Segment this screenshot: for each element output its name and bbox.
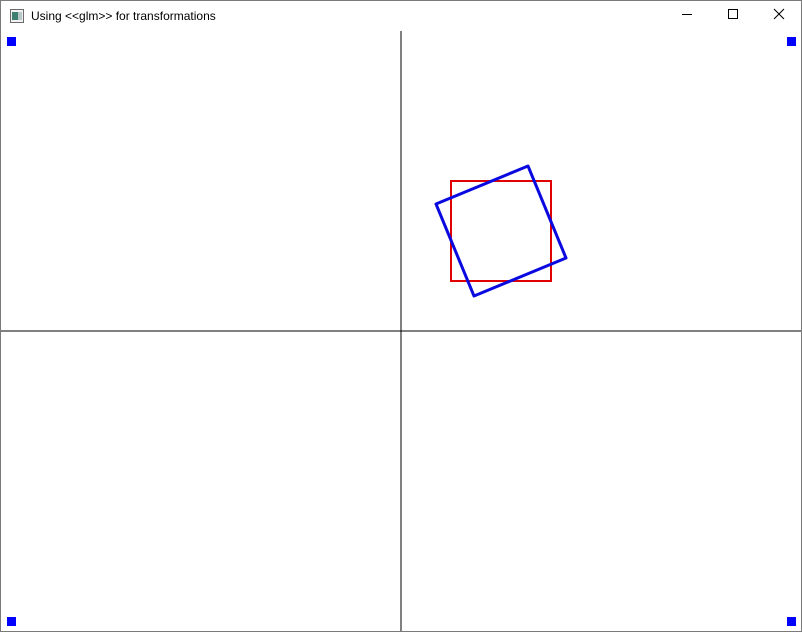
corner-marker-top-right (787, 37, 796, 46)
app-window-icon (10, 9, 24, 23)
corner-marker-top-left (7, 37, 16, 46)
corner-marker-bottom-right (787, 617, 796, 626)
blue-rotated-square (434, 164, 568, 298)
application-window: Using <<glm>> for transformations (0, 0, 802, 632)
red-square (450, 180, 552, 282)
corner-marker-bottom-left (7, 617, 16, 626)
minimize-button[interactable] (664, 1, 710, 31)
maximize-icon (727, 7, 739, 25)
title-bar[interactable]: Using <<glm>> for transformations (1, 1, 801, 31)
minimize-icon (681, 7, 693, 25)
window-title: Using <<glm>> for transformations (31, 9, 216, 23)
maximize-button[interactable] (710, 1, 756, 31)
close-button[interactable] (756, 1, 802, 31)
close-icon (773, 7, 785, 25)
scene-svg (1, 31, 801, 631)
opengl-canvas[interactable] (1, 31, 801, 631)
